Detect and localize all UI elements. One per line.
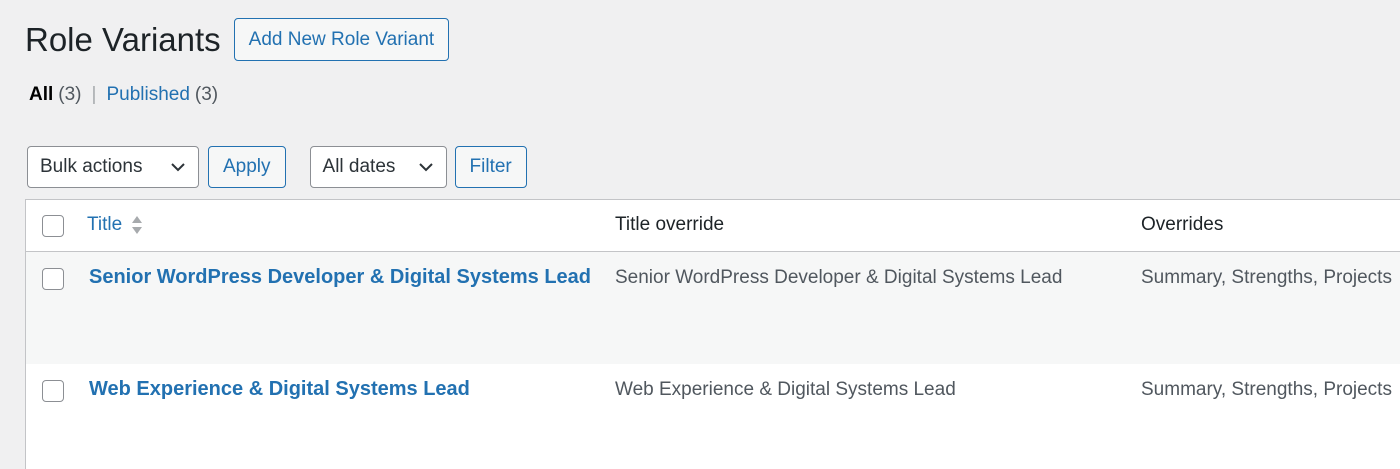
add-new-role-variant-button[interactable]: Add New Role Variant (233, 18, 450, 61)
row-checkbox[interactable] (42, 380, 64, 402)
date-filter-select[interactable]: All dates (309, 146, 447, 188)
row-title-override: Senior WordPress Developer & Digital Sys… (615, 267, 1063, 288)
bulk-actions-select[interactable]: Bulk actions (27, 146, 199, 188)
view-published-count: (3) (194, 84, 219, 105)
filter-button[interactable]: Filter (454, 146, 527, 188)
view-separator: | (91, 84, 97, 105)
column-title-label: Title (87, 214, 123, 235)
tablenav-top: Bulk actions Apply All dates Filter (27, 146, 527, 188)
row-title-link[interactable]: Senior WordPress Developer & Digital Sys… (89, 266, 591, 289)
table-row: Web Experience & Digital Systems Lead We… (26, 364, 1400, 469)
view-all-count: (3) (58, 84, 82, 105)
row-overrides: Summary, Strengths, Projects (1141, 379, 1392, 400)
table-row: Senior WordPress Developer & Digital Sys… (26, 252, 1400, 364)
apply-button[interactable]: Apply (208, 146, 286, 188)
chevron-down-icon (418, 163, 433, 172)
page-header: Role Variants Add New Role Variant (25, 18, 450, 61)
row-title-link[interactable]: Web Experience & Digital Systems Lead (89, 378, 470, 401)
row-checkbox[interactable] (42, 268, 64, 290)
row-overrides: Summary, Strengths, Projects (1141, 267, 1392, 288)
column-title-sort[interactable]: Title (87, 214, 144, 236)
sort-icon (132, 216, 143, 234)
date-filter-value: All dates (322, 156, 396, 177)
view-all-link[interactable]: All (29, 84, 53, 106)
posts-table: Title Title override Overrides Senior Wo… (25, 199, 1400, 469)
table-header: Title Title override Overrides (26, 200, 1400, 252)
column-title-override: Title override (615, 214, 725, 235)
page: Role Variants Add New Role Variant All (… (0, 0, 1400, 469)
select-all-checkbox[interactable] (42, 215, 64, 237)
page-title: Role Variants (25, 20, 221, 58)
view-published-link[interactable]: Published (106, 84, 189, 106)
chevron-down-icon (171, 163, 185, 172)
bulk-actions-value: Bulk actions (40, 156, 143, 177)
status-views: All (3) | Published (3) (29, 84, 218, 106)
row-title-override: Web Experience & Digital Systems Lead (615, 379, 956, 400)
column-overrides: Overrides (1141, 214, 1224, 235)
